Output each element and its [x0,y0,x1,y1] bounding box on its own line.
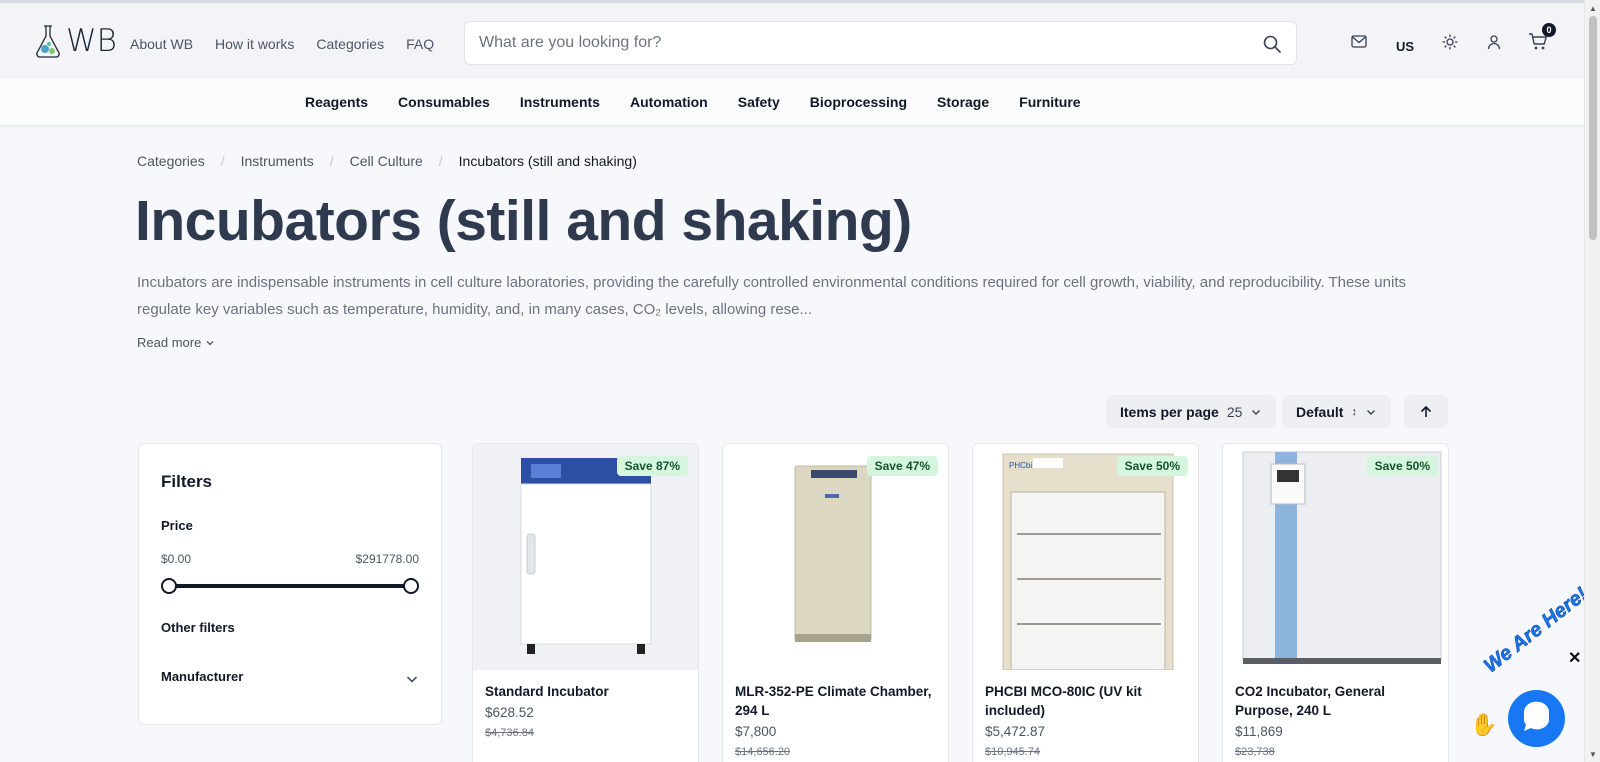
category-storage[interactable]: Storage [937,94,989,110]
chevron-down-icon [1252,409,1261,415]
top-header: WB About WB How it works Categories FAQ … [0,0,1584,78]
description-line-1: Incubators are indispensable instruments… [137,274,1406,291]
product-old-price: $4,736.84 [485,727,534,739]
chevron-down-icon [206,340,214,345]
flask-logo-icon [36,25,60,58]
nav-categories[interactable]: Categories [316,36,384,52]
chevron-down-icon[interactable] [405,672,419,686]
scroll-down-arrow-icon[interactable]: ▼ [1589,750,1597,759]
mail-icon[interactable] [1351,35,1367,49]
discount-badge: Save 50% [1366,456,1438,476]
search-box [464,21,1297,65]
user-icon[interactable] [1487,34,1501,50]
sort-indicator: ↕ [1351,405,1357,418]
product-name: Standard Incubator [485,684,609,699]
category-bioprocessing[interactable]: Bioprocessing [810,94,907,110]
product-card[interactable]: Save 50% CO2 Incubator, General Purpose,… [1222,443,1449,762]
sort-label: Default [1296,403,1344,420]
nav-how-it-works[interactable]: How it works [215,36,294,52]
product-image [1223,444,1448,670]
discount-badge: Save 87% [616,456,688,476]
sort-select[interactable]: Default ↕ [1282,395,1391,428]
category-nav: Reagents Consumables Instruments Automat… [0,78,1584,126]
price-slider-max-handle[interactable] [403,578,419,594]
breadcrumb-instruments[interactable]: Instruments [241,153,314,169]
product-image: PHCbi [973,444,1198,671]
product-price: $11,869 [1235,724,1283,739]
scrollbar-thumb[interactable] [1589,16,1597,240]
manufacturer-filter[interactable]: Manufacturer [161,669,243,684]
product-image [723,444,948,670]
product-name: MLR-352-PE Climate Chamber, 294 L [735,684,932,718]
category-automation[interactable]: Automation [630,94,708,110]
logo[interactable]: WB [34,23,117,59]
category-description: Incubators are indispensable instruments… [137,269,1437,323]
discount-badge: Save 50% [1116,456,1188,476]
page-title: Incubators (still and shaking) [135,189,912,253]
logo-text: WB [66,23,117,59]
description-line-2: regulate key variables such as temperatu… [137,301,813,318]
breadcrumb: Categories / Instruments / Cell Culture … [137,153,637,169]
co2-incubator-image-icon: PHCbi [1002,453,1174,671]
nav-about[interactable]: About WB [130,36,193,52]
price-min: $0.00 [161,552,192,566]
sort-direction-button[interactable] [1404,395,1448,428]
breadcrumb-separator: / [438,153,443,169]
product-name: PHCBI MCO-80IC (UV kit included) [985,684,1142,718]
top-nav: About WB How it works Categories FAQ [130,36,434,52]
breadcrumb-current: Incubators (still and shaking) [458,153,637,169]
category-reagents[interactable]: Reagents [305,94,368,110]
cart-count-badge: 0 [1542,23,1556,37]
chat-bubble-icon [1524,701,1549,731]
product-name: CO2 Incubator, General Purpose, 240 L [1235,684,1386,718]
product-old-price: $14,656.20 [735,746,791,758]
svg-text:PHCbi: PHCbi [1009,461,1032,470]
items-per-page-select[interactable]: Items per page 25 [1106,395,1277,428]
discount-badge: Save 47% [866,456,938,476]
breadcrumb-separator: / [329,153,334,169]
price-max: $291778.00 [355,552,419,566]
read-more-label: Read more [137,335,202,350]
breadcrumb-cell-culture[interactable]: Cell Culture [350,153,423,169]
scroll-up-arrow-icon[interactable]: ▲ [1589,4,1597,13]
items-per-page-label: Items per page [1120,403,1219,420]
waving-hand-icon: ✋ [1470,712,1498,737]
breadcrumb-categories[interactable]: Categories [137,153,205,169]
product-card[interactable]: Save 47% MLR-352-PE Climate Chamber, 294… [722,443,949,762]
chat-button[interactable] [1508,690,1565,747]
incubator-240l-image-icon [1242,451,1442,664]
filters-panel: Filters Price $0.00 $291778.00 Other fil… [138,443,442,725]
product-price: $7,800 [735,724,777,739]
category-instruments[interactable]: Instruments [520,94,600,110]
product-old-price: $23,738 [1235,746,1275,758]
locale-selector[interactable]: US [1396,39,1414,54]
filters-title: Filters [161,472,213,491]
incubator-image-icon [520,458,652,654]
product-image [473,444,698,670]
product-old-price: $10,945.74 [985,746,1041,758]
price-label: Price [161,518,193,533]
items-per-page-value: 25 [1226,403,1243,420]
product-price: $628.52 [485,705,534,720]
category-consumables[interactable]: Consumables [398,94,490,110]
price-slider-min-handle[interactable] [161,578,177,594]
search-icon[interactable] [1262,34,1282,54]
breadcrumb-separator: / [220,153,225,169]
product-price: $5,472.87 [985,724,1046,739]
chevron-down-icon [1366,409,1375,415]
arrow-up-icon [1420,405,1432,417]
price-slider-track[interactable] [169,584,409,588]
climate-chamber-image-icon [794,465,872,642]
product-card[interactable]: Save 87% Standard Incubator $628.52 $4,7… [472,443,699,762]
category-safety[interactable]: Safety [738,94,780,110]
category-furniture[interactable]: Furniture [1019,94,1080,110]
product-card[interactable]: PHCbi Save 50% PHCBI MCO-80IC (UV kit in… [972,443,1199,762]
nav-faq[interactable]: FAQ [406,36,434,52]
theme-toggle-icon[interactable] [1442,34,1458,50]
other-filters-label: Other filters [161,620,235,635]
read-more-link[interactable]: Read more [137,335,215,350]
search-input[interactable] [479,22,1239,64]
page-scrollbar[interactable]: ▲ ▼ [1584,0,1600,762]
chat-close-button[interactable]: ✕ [1568,648,1581,668]
